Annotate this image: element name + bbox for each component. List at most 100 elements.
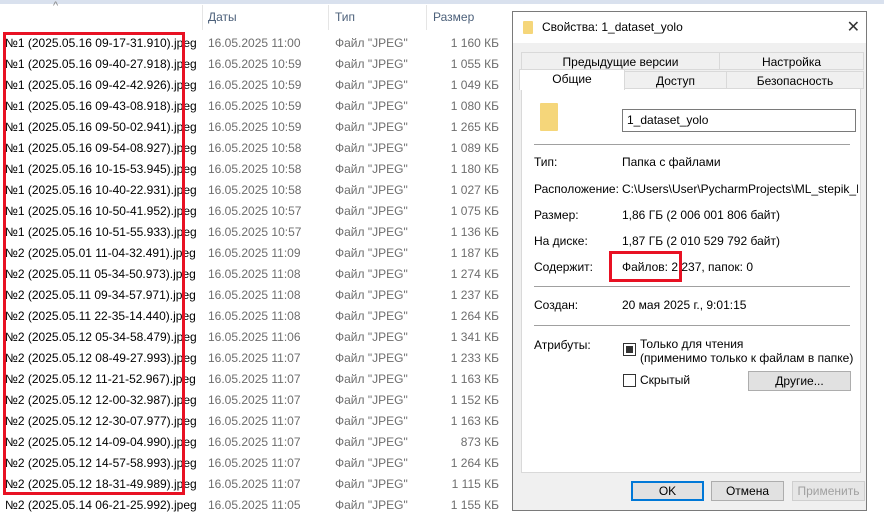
tab-previous-versions[interactable]: Предыдущие версии	[521, 52, 720, 70]
file-date: 16.05.2025 10:58	[208, 141, 302, 155]
file-date: 16.05.2025 10:59	[208, 78, 302, 92]
file-date: 16.05.2025 11:07	[208, 351, 301, 365]
file-size: 1 089 КБ	[450, 141, 499, 155]
file-date: 16.05.2025 10:57	[208, 204, 302, 218]
created-label: Создан:	[534, 298, 579, 312]
divider	[534, 286, 850, 287]
file-size: 1 160 КБ	[450, 36, 499, 50]
file-type: Файл "JPEG"	[335, 78, 408, 92]
column-header-type[interactable]: Тип	[335, 5, 355, 30]
file-row[interactable]: №2 (2025.05.14 06-21-25.992).jpeg 16.05.2…	[0, 495, 505, 516]
attributes-label: Атрибуты:	[534, 338, 591, 352]
sort-ascending-icon[interactable]: ^	[53, 0, 58, 12]
file-size: 1 237 КБ	[450, 288, 499, 302]
folder-icon	[523, 21, 533, 34]
file-type: Файл "JPEG"	[335, 204, 408, 218]
file-size: 1 080 КБ	[450, 99, 499, 113]
created-value: 20 мая 2025 г., 9:01:15	[622, 298, 747, 312]
file-size: 1 152 КБ	[450, 393, 499, 407]
tab-general[interactable]: Общие	[519, 69, 625, 90]
tab-sharing[interactable]: Доступ	[624, 71, 727, 89]
contains-label: Содержит:	[534, 260, 593, 274]
file-type: Файл "JPEG"	[335, 372, 408, 386]
file-type: Файл "JPEG"	[335, 267, 408, 281]
folder-name-input[interactable]: 1_dataset_yolo	[622, 109, 856, 132]
dialog-title-bar[interactable]: Свойства: 1_dataset_yolo ✕	[513, 12, 866, 43]
other-attributes-button[interactable]: Другие...	[748, 371, 851, 391]
file-type: Файл "JPEG"	[335, 309, 408, 323]
tab-customize[interactable]: Настройка	[719, 52, 864, 70]
ok-button[interactable]: OK	[631, 481, 704, 501]
file-date: 16.05.2025 10:58	[208, 162, 302, 176]
location-value: C:\Users\User\PycharmProjects\ML_stepik_…	[622, 182, 858, 196]
file-type: Файл "JPEG"	[335, 246, 408, 260]
file-date: 16.05.2025 11:07	[208, 435, 301, 449]
file-type: Файл "JPEG"	[335, 435, 408, 449]
file-date: 16.05.2025 11:08	[208, 267, 301, 281]
disk-size-value: 1,87 ГБ (2 010 529 792 байт)	[622, 234, 780, 248]
file-type: Файл "JPEG"	[335, 99, 408, 113]
folders-count: , папок: 0	[701, 260, 753, 274]
file-date: 16.05.2025 11:06	[208, 330, 301, 344]
file-size: 873 КБ	[460, 435, 499, 449]
file-type: Файл "JPEG"	[335, 36, 408, 50]
hidden-checkbox[interactable]	[623, 374, 636, 387]
column-header-date[interactable]: Даты	[208, 5, 237, 30]
file-size: 1 136 КБ	[450, 225, 499, 239]
file-type: Файл "JPEG"	[335, 414, 408, 428]
column-divider[interactable]	[202, 5, 203, 30]
location-label: Расположение:	[534, 182, 619, 196]
file-size: 1 115 КБ	[451, 477, 499, 491]
file-date: 16.05.2025 11:07	[208, 477, 301, 491]
disk-size-label: На диске:	[534, 234, 588, 248]
file-date: 16.05.2025 11:08	[208, 288, 301, 302]
file-date: 16.05.2025 10:59	[208, 57, 302, 71]
file-type: Файл "JPEG"	[335, 183, 408, 197]
dialog-title: Свойства: 1_dataset_yolo	[542, 20, 683, 34]
file-date: 16.05.2025 10:59	[208, 99, 302, 113]
file-type: Файл "JPEG"	[335, 225, 408, 239]
file-size: 1 027 КБ	[450, 183, 499, 197]
readonly-checkbox[interactable]	[623, 343, 636, 356]
readonly-label: Только для чтения	[640, 337, 744, 351]
properties-dialog: Свойства: 1_dataset_yolo ✕ Предыдущие ве…	[512, 11, 867, 511]
general-panel: 1_dataset_yolo Тип: Папка с файлами Расп…	[521, 88, 861, 473]
file-size: 1 187 КБ	[450, 246, 499, 260]
highlight-box-files	[3, 32, 185, 495]
file-type: Файл "JPEG"	[335, 393, 408, 407]
file-size: 1 233 КБ	[450, 351, 499, 365]
file-size: 1 264 КБ	[450, 456, 499, 470]
file-date: 16.05.2025 11:08	[208, 309, 301, 323]
file-date: 16.05.2025 11:07	[208, 393, 301, 407]
apply-button[interactable]: Применить	[792, 481, 865, 501]
file-name: №2 (2025.05.14 06-21-25.992).jpeg	[5, 498, 197, 512]
column-header-size[interactable]: Размер	[433, 5, 474, 30]
file-date: 16.05.2025 11:05	[208, 498, 301, 512]
file-type: Файл "JPEG"	[335, 57, 408, 71]
column-divider[interactable]	[328, 5, 329, 30]
close-icon[interactable]: ✕	[847, 12, 860, 43]
file-type: Файл "JPEG"	[335, 162, 408, 176]
tab-security[interactable]: Безопасность	[726, 71, 864, 89]
file-size: 1 163 КБ	[450, 372, 499, 386]
file-type: Файл "JPEG"	[335, 288, 408, 302]
highlight-box-count	[609, 251, 682, 282]
file-type: Файл "JPEG"	[335, 456, 408, 470]
divider	[534, 144, 850, 145]
file-date: 16.05.2025 11:07	[208, 372, 301, 386]
file-type: Файл "JPEG"	[335, 351, 408, 365]
file-type: Файл "JPEG"	[335, 498, 408, 512]
type-value: Папка с файлами	[622, 155, 721, 169]
column-divider[interactable]	[426, 5, 427, 30]
file-size: 1 049 КБ	[450, 78, 499, 92]
cancel-button[interactable]: Отмена	[711, 481, 784, 501]
file-type: Файл "JPEG"	[335, 120, 408, 134]
file-size: 1 274 КБ	[450, 267, 499, 281]
type-label: Тип:	[534, 155, 558, 169]
file-size: 1 155 КБ	[450, 498, 499, 512]
divider	[534, 325, 850, 326]
file-type: Файл "JPEG"	[335, 141, 408, 155]
file-size: 1 265 КБ	[450, 120, 499, 134]
file-type: Файл "JPEG"	[335, 477, 408, 491]
file-size: 1 075 КБ	[450, 204, 499, 218]
